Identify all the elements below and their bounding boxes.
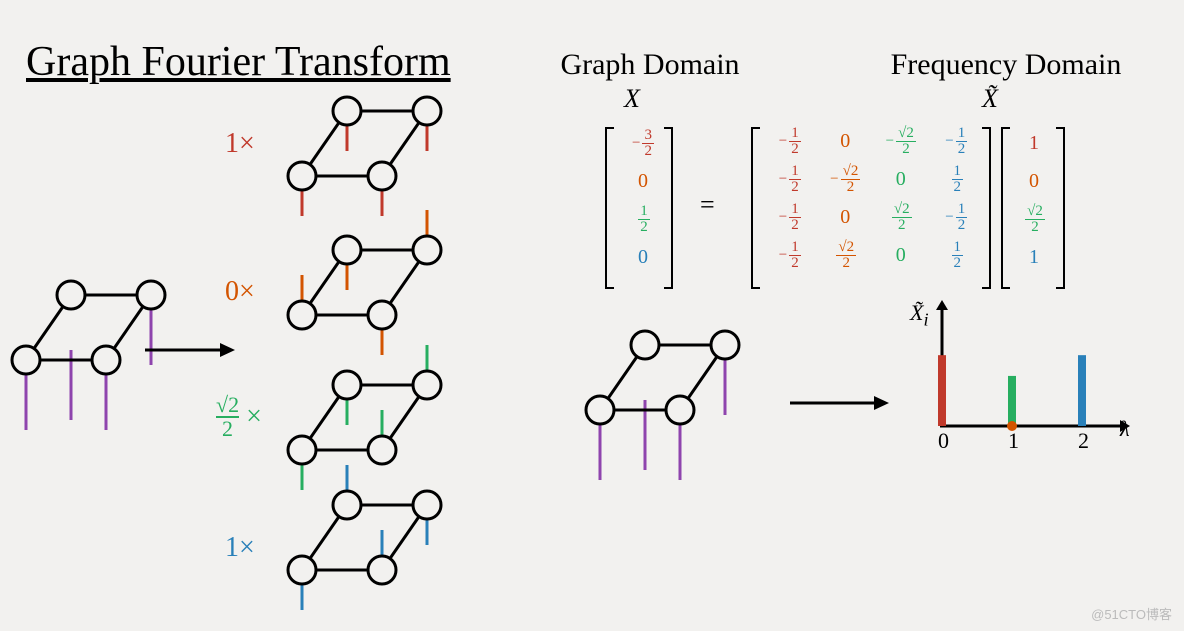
coef-3: √2 2 × <box>216 394 262 440</box>
graph-basis-1 <box>282 86 472 226</box>
matrix-U: − 1 2 0 − √2 2 − 1 2 − 1 2 − √2 2 0 1 2 … <box>762 122 984 274</box>
symbol-Xtilde: X̃ <box>982 84 998 114</box>
coef-2: 0× <box>225 276 255 308</box>
graph-signal-right <box>580 320 770 490</box>
vector-Xtilde: 10 √2 2 1 <box>1012 124 1056 276</box>
spectrum-chart <box>920 306 1130 456</box>
xtick-1: 1 <box>1008 428 1019 454</box>
equals-sign: = <box>700 190 715 220</box>
arrow-spectrum <box>790 388 890 418</box>
xaxis-label: λ <box>1120 416 1130 442</box>
arrow-decompose <box>145 335 235 365</box>
watermark: @51CTO博客 <box>1091 604 1172 623</box>
xtick-0: 0 <box>938 428 949 454</box>
header-frequency-domain: Frequency Domain <box>866 48 1146 82</box>
coef-4: 1× <box>225 532 255 564</box>
page-title: Graph Fourier Transform <box>26 38 451 86</box>
yaxis-label: X̃i <box>910 300 929 330</box>
vector-X: − 3 2 0 1 2 0 <box>614 124 672 276</box>
header-graph-domain: Graph Domain <box>540 48 760 82</box>
coef-1: 1× <box>225 128 255 160</box>
xtick-2: 2 <box>1078 428 1089 454</box>
graph-signal-left <box>6 270 196 460</box>
symbol-X: X <box>624 84 640 114</box>
graph-basis-4 <box>282 480 472 631</box>
graph-basis-2 <box>282 225 472 375</box>
